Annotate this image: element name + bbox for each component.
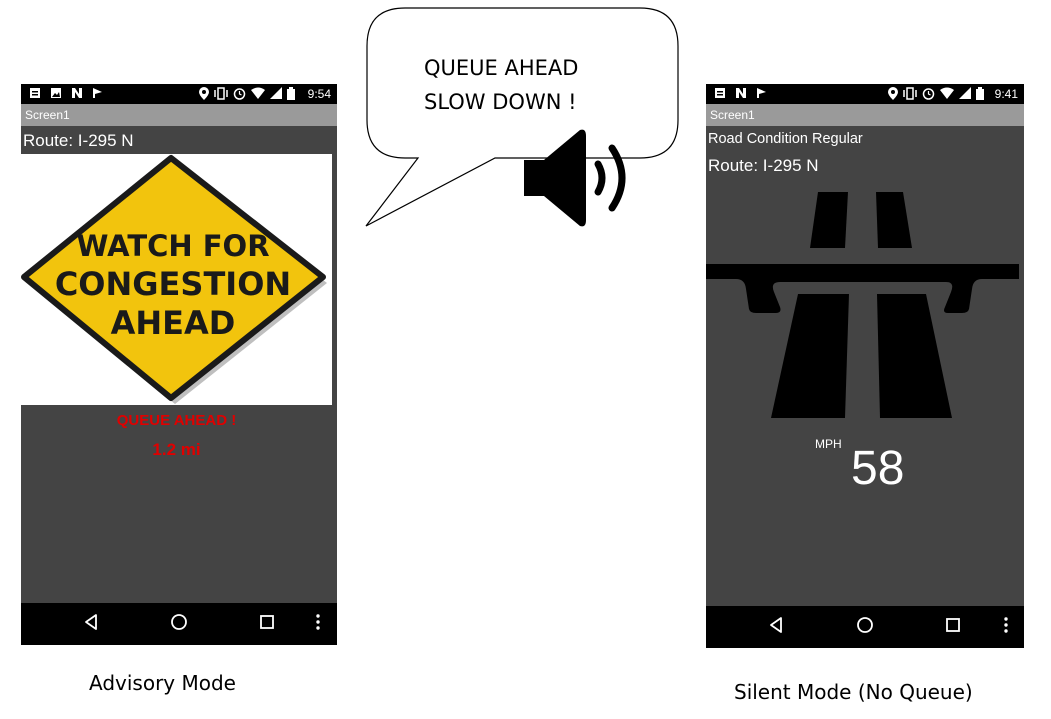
wifi-icon <box>940 87 954 99</box>
congestion-sign-image: WATCH FOR CONGESTION AHEAD <box>21 154 332 405</box>
back-icon[interactable] <box>768 616 784 634</box>
silent-phone-screen: 9:41 Screen1 Road Condition Regular Rout… <box>706 84 1024 648</box>
nav-bar <box>706 606 1024 648</box>
speed-unit-label: MPH <box>815 437 842 451</box>
recents-icon[interactable] <box>944 616 962 634</box>
battery-icon <box>287 87 295 100</box>
back-icon[interactable] <box>83 613 99 631</box>
queue-alert-text: QUEUE AHEAD ! <box>116 412 237 429</box>
advisory-mode-caption: Advisory Mode <box>89 671 236 695</box>
home-icon[interactable] <box>170 613 188 631</box>
route-label: Route: I-295 N <box>23 131 134 150</box>
status-time: 9:54 <box>307 87 331 101</box>
nav-bar <box>21 603 337 645</box>
status-time: 9:41 <box>994 87 1018 101</box>
sign-line-3: AHEAD <box>111 304 236 342</box>
notification-icon <box>30 88 40 98</box>
sign-line-1: WATCH FOR <box>76 229 269 263</box>
app-title-bar: Screen1 <box>21 104 337 126</box>
vibrate-icon <box>903 87 917 100</box>
sign-line-2: CONGESTION <box>55 265 291 303</box>
flag-icon <box>757 88 766 98</box>
battery-icon <box>976 87 984 100</box>
location-icon <box>199 87 209 100</box>
road-condition-label: Road Condition Regular <box>708 131 863 147</box>
signal-icon <box>270 87 282 99</box>
wifi-icon <box>251 87 265 99</box>
highway-icon <box>706 192 1019 418</box>
bubble-line-2: SLOW DOWN ! <box>424 90 577 114</box>
speed-value: 58 <box>851 442 905 495</box>
notification-icon <box>715 88 725 98</box>
overflow-menu-icon[interactable] <box>1003 616 1009 634</box>
alarm-icon <box>233 88 246 100</box>
recents-icon[interactable] <box>258 613 276 631</box>
home-icon[interactable] <box>856 616 874 634</box>
overflow-menu-icon[interactable] <box>315 613 321 631</box>
queue-distance-text: 1.2 mi <box>152 440 201 459</box>
speaker-icon <box>524 129 626 227</box>
status-bar: 9:54 <box>21 84 337 104</box>
app-title-bar: Screen1 <box>706 104 1024 126</box>
bubble-line-1: QUEUE AHEAD <box>424 56 579 80</box>
n-icon <box>72 88 82 98</box>
advisory-phone-screen: 9:54 Screen1 Route: I-295 N WATCH FOR CO… <box>21 84 337 645</box>
route-label: Route: I-295 N <box>708 156 819 175</box>
vibrate-icon <box>214 87 228 100</box>
status-bar: 9:41 <box>706 84 1024 104</box>
alarm-icon <box>922 88 935 100</box>
silent-mode-caption: Silent Mode (No Queue) <box>734 680 973 704</box>
image-icon <box>51 88 61 98</box>
location-icon <box>888 87 898 100</box>
flag-icon <box>93 88 102 98</box>
signal-icon <box>959 87 971 99</box>
n-icon <box>736 88 746 98</box>
